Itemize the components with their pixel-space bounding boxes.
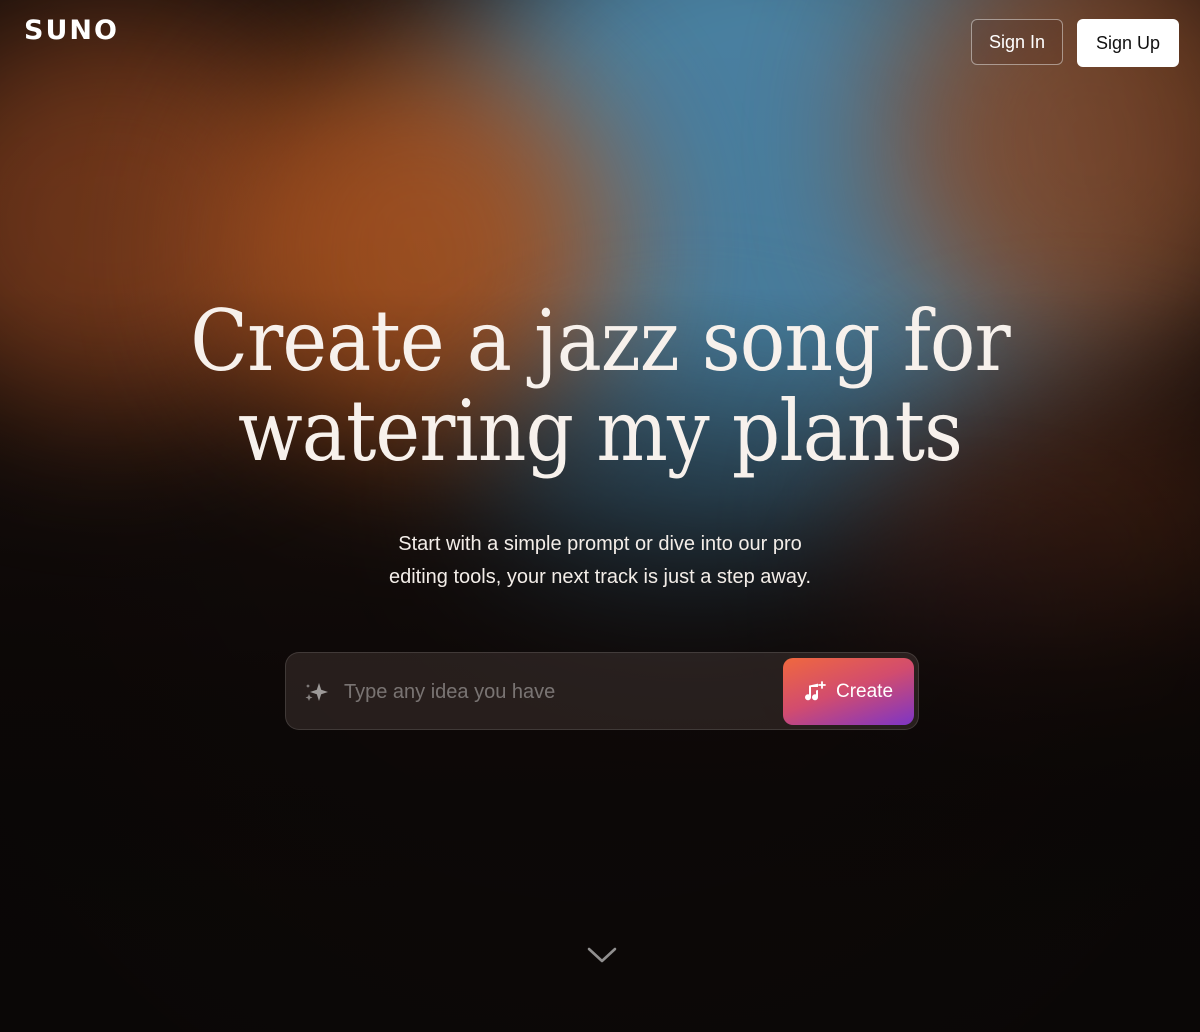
chevron-down-icon[interactable] [586, 944, 618, 966]
create-button[interactable]: Create [783, 658, 914, 725]
suno-logo[interactable]: SUNO [24, 15, 119, 46]
landing-page: SUNO Sign In Sign Up Create a jazz song … [0, 0, 1200, 1032]
hero-subtext: Start with a simple prompt or dive into … [300, 528, 900, 594]
subtext-line-2: editing tools, your next track is just a… [388, 566, 812, 588]
blurred-background [0, 0, 1200, 1032]
subtext-line-1: Start with a simple prompt or dive into … [398, 533, 802, 555]
prompt-input[interactable] [342, 671, 776, 713]
sparkle-icon [305, 683, 328, 701]
hero-headline: Create a jazz song for watering my plant… [60, 296, 1140, 476]
music-note-plus-icon [804, 680, 826, 700]
create-button-label: Create [835, 680, 894, 702]
sign-up-button[interactable]: Sign Up [1077, 19, 1179, 67]
sign-in-button[interactable]: Sign In [971, 19, 1063, 65]
prompt-bar: Create [285, 652, 919, 730]
headline-line-1: Create a jazz song for [190, 292, 1010, 390]
headline-line-2: watering my plants [237, 382, 963, 480]
